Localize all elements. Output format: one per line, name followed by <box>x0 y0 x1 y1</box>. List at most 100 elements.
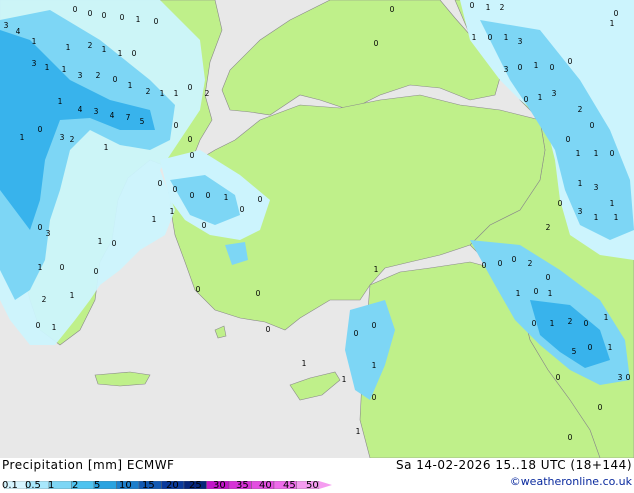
point-precip-value: 3 <box>4 21 9 30</box>
point-precip-value: 2 <box>546 223 551 232</box>
point-precip-value: 0 <box>73 5 78 14</box>
point-precip-value: 1 <box>534 61 539 70</box>
point-precip-value: 1 <box>128 81 133 90</box>
scale-tick-label: 2 <box>72 480 79 491</box>
point-precip-value: 3 <box>46 229 51 238</box>
point-precip-value: 2 <box>500 3 505 12</box>
point-precip-value: 0 <box>354 329 359 338</box>
point-precip-value: 3 <box>504 65 509 74</box>
point-precip-value: 1 <box>98 237 103 246</box>
point-precip-value: 0 <box>188 83 193 92</box>
scale-tick-label: 1 <box>48 480 55 491</box>
point-precip-value: 0 <box>524 95 529 104</box>
point-precip-value: 1 <box>504 33 509 42</box>
map-footer: Precipitation [mm] ECMWF Sa 14-02-2026 1… <box>0 458 634 491</box>
point-precip-value: 5 <box>140 117 145 126</box>
point-precip-value: 1 <box>118 49 123 58</box>
point-precip-value: 0 <box>390 5 395 14</box>
point-precip-value: 0 <box>498 259 503 268</box>
point-precip-value: 2 <box>146 87 151 96</box>
point-precip-value: 1 <box>66 43 71 52</box>
point-precip-value: 1 <box>302 359 307 368</box>
scale-tick-label: 30 <box>213 480 226 491</box>
point-precip-value: 0 <box>588 343 593 352</box>
point-precip-value: 0 <box>190 191 195 200</box>
point-precip-value: 1 <box>45 63 50 72</box>
point-precip-value: 1 <box>610 199 615 208</box>
point-precip-value: 3 <box>578 207 583 216</box>
land-crete <box>94 371 151 387</box>
point-precip-value: 0 <box>112 239 117 248</box>
point-precip-value: 0 <box>584 319 589 328</box>
point-precip-value: 0 <box>614 9 619 18</box>
point-precip-value: 0 <box>173 185 178 194</box>
point-precip-value: 0 <box>534 287 539 296</box>
point-precip-value: 1 <box>70 291 75 300</box>
point-precip-value: 0 <box>482 261 487 270</box>
point-precip-value: 3 <box>618 373 623 382</box>
point-precip-value: 4 <box>110 111 115 120</box>
point-precip-value: 1 <box>104 143 109 152</box>
point-precip-value: 0 <box>174 121 179 130</box>
point-precip-value: 1 <box>614 213 619 222</box>
scale-tick-label: 25 <box>189 480 202 491</box>
scale-tick-label: 0.5 <box>25 480 41 491</box>
point-precip-value: 1 <box>486 3 491 12</box>
point-precip-value: 3 <box>552 89 557 98</box>
point-precip-value: 1 <box>610 19 615 28</box>
point-precip-value: 0 <box>38 125 43 134</box>
point-precip-value: 1 <box>174 89 179 98</box>
point-precip-value: 1 <box>548 289 553 298</box>
point-precip-value: 0 <box>372 321 377 330</box>
point-precip-value: 1 <box>342 375 347 384</box>
point-precip-value: 0 <box>512 255 517 264</box>
point-precip-value: 1 <box>604 313 609 322</box>
point-precip-value: 1 <box>102 45 107 54</box>
point-precip-value: 0 <box>188 135 193 144</box>
scale-tick-label: 50 <box>306 480 319 491</box>
point-precip-value: 1 <box>224 193 229 202</box>
point-precip-value: 0 <box>598 403 603 412</box>
point-precip-value: 1 <box>356 427 361 436</box>
scale-tick-label: 5 <box>94 480 101 491</box>
point-precip-value: 4 <box>78 105 83 114</box>
scale-tick-label: 45 <box>283 480 296 491</box>
point-precip-value: 0 <box>38 223 43 232</box>
point-precip-value: 3 <box>60 133 65 142</box>
point-precip-value: 0 <box>546 273 551 282</box>
point-precip-value: 0 <box>258 195 263 204</box>
point-precip-value: 0 <box>120 13 125 22</box>
point-precip-value: 0 <box>94 267 99 276</box>
source-credit[interactable]: ©weatheronline.co.uk <box>510 475 632 488</box>
point-precip-value: 5 <box>572 347 577 356</box>
point-precip-value: 0 <box>206 191 211 200</box>
point-precip-value: 1 <box>374 265 379 274</box>
point-precip-value: 0 <box>372 393 377 402</box>
point-precip-value: 0 <box>532 319 537 328</box>
point-precip-value: 0 <box>240 205 245 214</box>
point-precip-value: 7 <box>126 113 131 122</box>
point-precip-value: 0 <box>568 433 573 442</box>
point-precip-value: 1 <box>538 93 543 102</box>
scale-tick-label: 35 <box>236 480 249 491</box>
point-precip-value: 0 <box>88 9 93 18</box>
point-precip-value: 3 <box>94 107 99 116</box>
point-precip-value: 2 <box>88 41 93 50</box>
point-precip-value: 2 <box>528 259 533 268</box>
point-precip-value: 0 <box>196 285 201 294</box>
point-precip-value: 2 <box>205 89 210 98</box>
point-precip-value: 1 <box>52 323 57 332</box>
point-precip-value: 1 <box>608 343 613 352</box>
point-precip-value: 0 <box>550 63 555 72</box>
point-precip-value: 0 <box>102 11 107 20</box>
point-precip-value: 3 <box>594 183 599 192</box>
point-precip-value: 0 <box>36 321 41 330</box>
map-title: Precipitation [mm] ECMWF <box>2 458 175 472</box>
forecast-timestamp: Sa 14-02-2026 15..18 UTC (18+144) <box>395 458 632 472</box>
point-precip-value: 1 <box>594 213 599 222</box>
point-precip-value: 0 <box>556 373 561 382</box>
point-precip-value: 0 <box>190 151 195 160</box>
scale-arrow <box>319 481 332 489</box>
scale-tick-label: 0.1 <box>2 480 18 491</box>
point-precip-value: 0 <box>488 33 493 42</box>
